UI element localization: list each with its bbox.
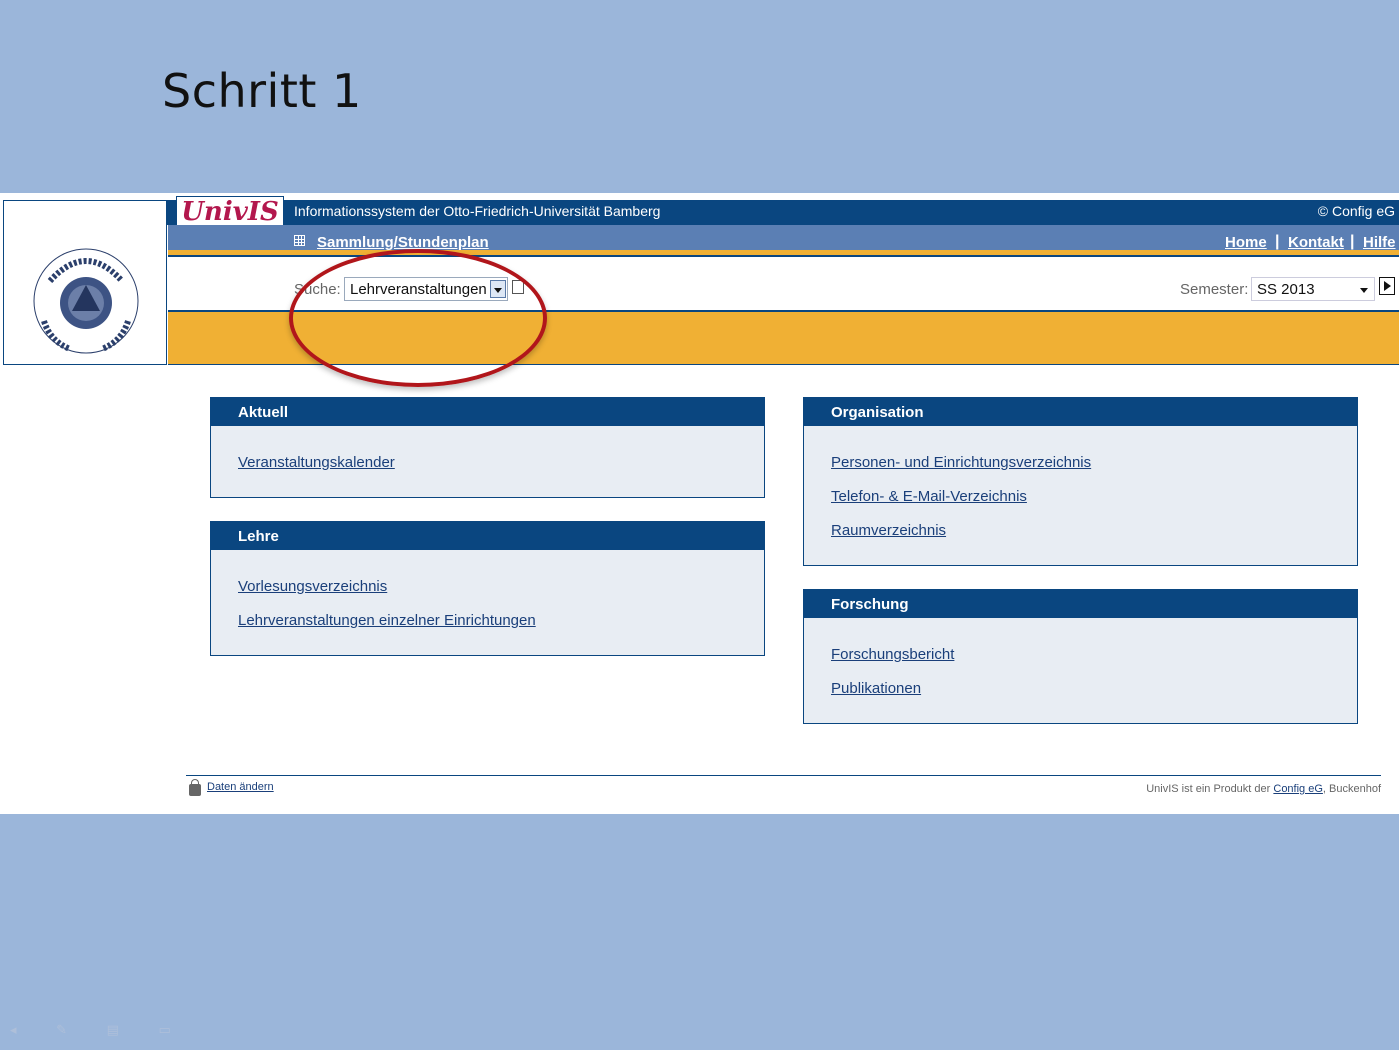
header-title: Informationssystem der Otto-Friedrich-Un… — [294, 203, 661, 219]
panel-title: Aktuell — [211, 398, 764, 426]
footer-divider — [186, 775, 1381, 776]
panel-title: Organisation — [804, 398, 1357, 426]
panel-lehre: Lehre Vorlesungsverzeichnis Lehrveransta… — [210, 521, 765, 656]
panel-forschung: Forschung Forschungsbericht Publikatione… — [803, 589, 1358, 724]
link-veranstaltungskalender[interactable]: Veranstaltungskalender — [238, 454, 395, 471]
univis-screenshot: UnivIS Informationssystem der Otto-Fried… — [0, 193, 1399, 814]
lock-icon — [189, 779, 201, 796]
daten-aendern-link[interactable]: Daten ändern — [207, 781, 274, 793]
link-raumverzeichnis[interactable]: Raumverzeichnis — [831, 522, 946, 539]
link-forschungsbericht[interactable]: Forschungsbericht — [831, 646, 954, 663]
semester-label: Semester: — [1180, 281, 1249, 298]
link-personenverzeichnis[interactable]: Personen- und Einrichtungsverzeichnis — [831, 454, 1091, 471]
semester-value: SS 2013 — [1257, 281, 1315, 298]
panel-title: Forschung — [804, 590, 1357, 618]
univis-logo[interactable]: UnivIS — [176, 196, 284, 228]
footer-credit-prefix: UnivIS ist ein Produkt der — [1146, 783, 1274, 795]
link-telefonverzeichnis[interactable]: Telefon- & E-Mail-Verzeichnis — [831, 488, 1027, 505]
nav-hilfe-link[interactable]: Hilfe — [1363, 234, 1396, 251]
nav-home-link[interactable]: Home — [1225, 234, 1267, 251]
university-seal — [3, 200, 167, 365]
panel-organisation: Organisation Personen- und Einrichtungsv… — [803, 397, 1358, 566]
link-vorlesungsverzeichnis[interactable]: Vorlesungsverzeichnis — [238, 578, 387, 595]
footer-credit: UnivIS ist ein Produkt der Config eG, Bu… — [1146, 783, 1381, 795]
semester-select[interactable]: SS 2013 — [1251, 277, 1375, 301]
link-lehrveranstaltungen-einrichtungen[interactable]: Lehrveranstaltungen einzelner Einrichtun… — [238, 612, 536, 629]
footer-credit-suffix: , Buckenhof — [1322, 783, 1381, 795]
highlight-circle — [289, 249, 547, 387]
seal-icon — [33, 248, 139, 354]
copyright-text: © Config eG — [1317, 203, 1395, 219]
grid-icon — [294, 235, 305, 246]
nav-kontakt-link[interactable]: Kontakt — [1288, 234, 1344, 251]
semester-go-button[interactable] — [1379, 277, 1395, 295]
link-publikationen[interactable]: Publikationen — [831, 680, 921, 697]
panel-aktuell: Aktuell Veranstaltungskalender — [210, 397, 765, 498]
nav-separator: | — [1275, 233, 1280, 250]
slide-title: Schritt 1 — [162, 64, 362, 118]
config-eg-link[interactable]: Config eG — [1273, 783, 1323, 795]
slide-toolbar: ◂ ✎ ▤ ▭ — [10, 1022, 189, 1037]
panel-title: Lehre — [211, 522, 764, 550]
nav-separator: | — [1350, 233, 1355, 250]
